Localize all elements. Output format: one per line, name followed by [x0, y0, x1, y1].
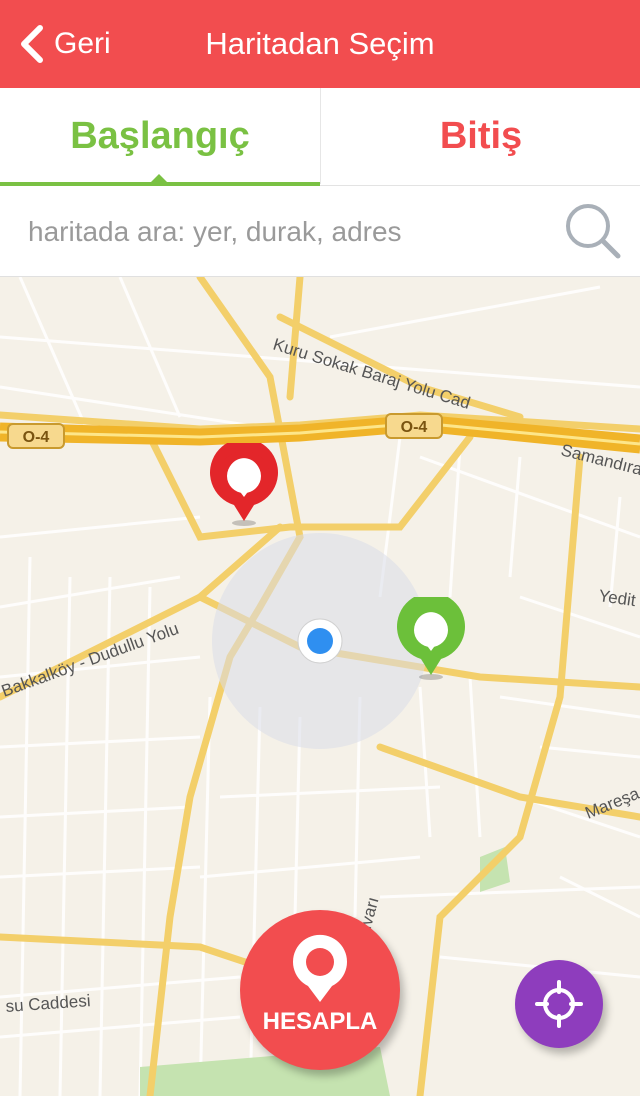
page-title: Haritadan Seçim	[205, 26, 435, 61]
end-pin-icon[interactable]	[206, 443, 282, 527]
crosshair-icon	[535, 980, 583, 1028]
locate-me-button[interactable]	[515, 960, 603, 1048]
pin-icon	[293, 934, 347, 1002]
search-input[interactable]	[26, 204, 550, 260]
search-icon[interactable]	[560, 198, 624, 262]
calculate-button[interactable]: HESAPLA	[240, 910, 400, 1070]
start-pin-icon[interactable]	[393, 597, 469, 681]
chevron-left-icon	[21, 25, 43, 63]
search-bar	[0, 186, 640, 277]
tab-bar: Başlangıç Bitiş	[0, 88, 640, 186]
back-label: Geri	[54, 27, 111, 60]
current-location-icon	[297, 618, 343, 664]
active-tab-caret	[150, 174, 168, 183]
highway-label: O-4	[23, 429, 50, 446]
highway-label: O-4	[401, 419, 428, 436]
back-button[interactable]: Geri	[18, 20, 111, 68]
top-bar: Geri Haritadan Seçim	[0, 0, 640, 88]
tab-end[interactable]: Bitiş	[320, 88, 640, 184]
calculate-label: HESAPLA	[262, 1008, 378, 1035]
tab-start[interactable]: Başlangıç	[0, 88, 320, 184]
